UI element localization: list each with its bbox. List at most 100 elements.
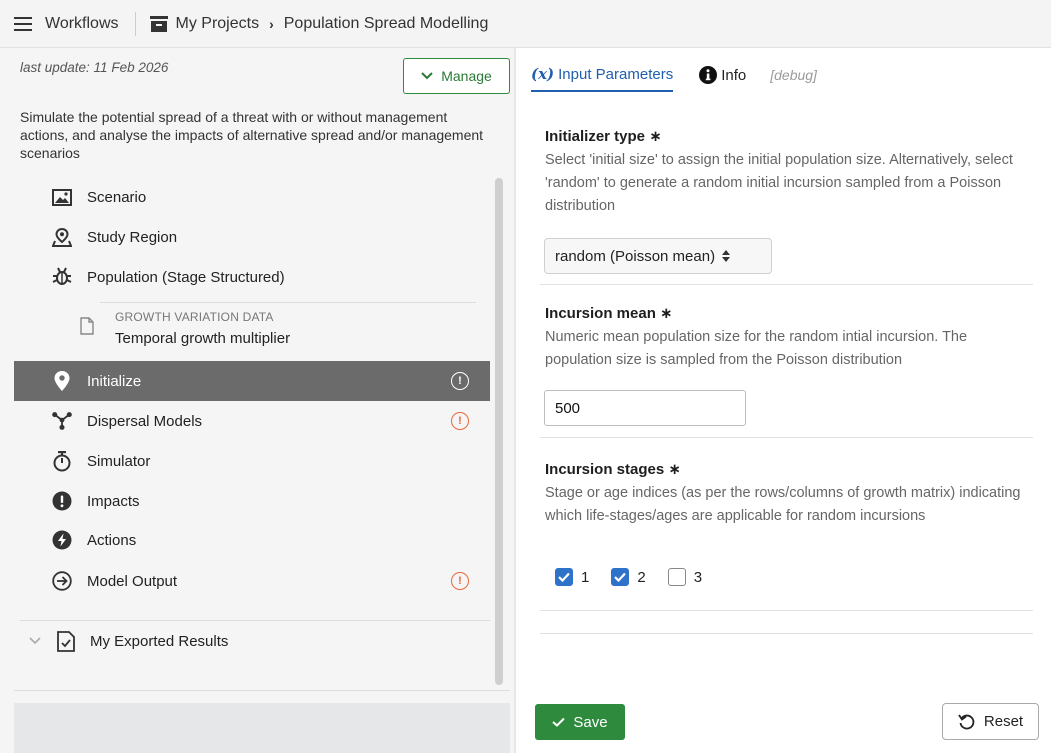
document-check-icon [57,630,75,652]
nav-item-label: Impacts [87,492,140,510]
exclamation-circle-icon [52,491,72,511]
warning-icon: ! [451,412,469,430]
stage-1-label: 1 [581,568,590,586]
last-update-text: last update: 11 Feb 2026 [20,60,169,75]
workflows-label[interactable]: Workflows [45,15,119,33]
nav-item-label: Scenario [87,188,147,206]
incursion-stages-description: Stage or age indices (as per the rows/co… [545,485,1021,524]
nav-item-actions[interactable]: Actions [14,520,490,560]
nav-item-label: Dispersal Models [87,412,203,430]
nav-item-label: Model Output [87,572,178,590]
breadcrumb: My Projects › Population Spread Modellin… [149,14,489,33]
sub-item-divider [100,302,476,303]
tab-bar: (x) Input Parameters Info [debug] [531,58,817,94]
incursion-stages-title: Incursion stages ∗ [545,461,681,478]
initializer-title: Initializer type ∗ [545,128,662,145]
map-marker-icon [52,371,72,391]
subitem-caption: GROWTH VARIATION DATA [115,310,274,324]
topbar-separator [134,11,136,36]
nav-item-initialize[interactable]: Initialize ! [14,361,490,401]
save-button[interactable]: Save [535,704,625,740]
dispersal-network-icon [52,411,72,431]
tab-info[interactable]: Info [699,58,746,92]
initializer-section: Initializer type ∗ Select 'initial size'… [545,127,1035,218]
nav-subitem-temporal-growth[interactable]: GROWTH VARIATION DATA Temporal growth mu… [80,310,480,352]
arrow-circle-right-icon [52,571,72,591]
map-pin-region-icon [52,227,72,247]
nav-item-label: Simulator [87,452,151,470]
incursion-mean-input[interactable]: 500 [544,390,746,426]
sort-updown-icon [722,250,731,262]
image-icon [52,187,72,207]
tab-label: Input Parameters [558,65,674,83]
checkmark-icon [552,717,566,727]
section-divider [540,437,1033,438]
archive-box-icon [149,15,168,32]
stage-checkboxes: 1 2 3 [555,568,724,586]
nav-item-label: Population (Stage Structured) [87,268,285,286]
checkmark-icon [614,572,627,582]
form-end-divider [540,633,1033,634]
tab-debug[interactable]: [debug] [770,58,817,92]
nav-item-population[interactable]: Population (Stage Structured) [14,257,490,297]
nav-item-impacts[interactable]: Impacts [14,481,490,521]
nav-item-exported-results[interactable]: My Exported Results [20,625,490,657]
stage-1-checkbox[interactable] [555,568,573,586]
chevron-right-icon: › [269,15,274,32]
select-value: random (Poisson mean) [555,247,716,265]
incursion-mean-description: Numeric mean population size for the ran… [545,329,968,368]
reset-label: Reset [983,713,1024,730]
warning-icon: ! [451,572,469,590]
file-icon [80,317,94,339]
nav-item-label: Actions [87,531,137,549]
stage-3-label: 3 [693,568,703,586]
hamburger-menu-icon[interactable] [14,16,32,31]
stage-2-checkbox[interactable] [611,568,630,586]
exported-label: My Exported Results [90,632,229,650]
left-bottom-divider [14,690,510,691]
chevron-down-icon[interactable] [29,637,41,645]
reset-button[interactable]: Reset [942,703,1039,740]
tab-label: [debug] [770,67,817,83]
incursion-mean-title: Incursion mean ∗ [545,305,673,322]
save-label: Save [573,713,608,731]
nav-item-label: Study Region [87,228,178,246]
left-panel-footer [14,703,510,753]
nav-item-dispersal-models[interactable]: Dispersal Models ! [14,401,490,441]
bolt-circle-icon [52,530,72,550]
exported-divider [20,620,490,621]
stopwatch-icon [52,450,72,471]
nav-item-label: Initialize [87,372,142,390]
initializer-type-select[interactable]: random (Poisson mean) [544,238,772,274]
variable-x-icon: (x) [531,65,555,83]
manage-button[interactable]: Manage [403,58,510,94]
incursion-stages-section: Incursion stages ∗ Stage or age indices … [545,460,1035,528]
checkmark-icon [558,572,570,582]
initializer-description: Select 'initial size' to assign the init… [545,152,1013,214]
manage-label: Manage [441,68,492,84]
subitem-label: Temporal growth multiplier [115,330,291,347]
stage-3-checkbox[interactable] [667,568,686,586]
incursion-mean-section: Incursion mean ∗ Numeric mean population… [545,304,1035,372]
chevron-down-icon [421,72,433,80]
breadcrumb-my-projects[interactable]: My Projects [176,15,260,33]
stage-2-label: 2 [637,568,646,586]
section-divider [540,610,1033,611]
top-bar: Workflows My Projects › Population Sprea… [0,0,1051,48]
info-circle-icon [699,66,718,84]
left-scrollbar[interactable] [495,178,503,685]
breadcrumb-current: Population Spread Modelling [283,14,489,32]
tab-input-parameters[interactable]: (x) Input Parameters [531,58,674,92]
bug-icon [52,267,72,287]
panel-divider[interactable] [514,48,516,753]
section-divider [540,284,1033,285]
warning-icon: ! [451,372,469,390]
nav-item-model-output[interactable]: Model Output ! [14,561,490,601]
nav-item-simulator[interactable]: Simulator [14,441,490,481]
tab-label: Info [721,66,747,84]
undo-icon [958,714,975,729]
workflow-description: Simulate the potential spread of a threa… [20,109,484,161]
nav-item-study-region[interactable]: Study Region [14,217,490,257]
workflows-menu[interactable]: Workflows [14,15,119,33]
nav-item-scenario[interactable]: Scenario [14,177,490,217]
